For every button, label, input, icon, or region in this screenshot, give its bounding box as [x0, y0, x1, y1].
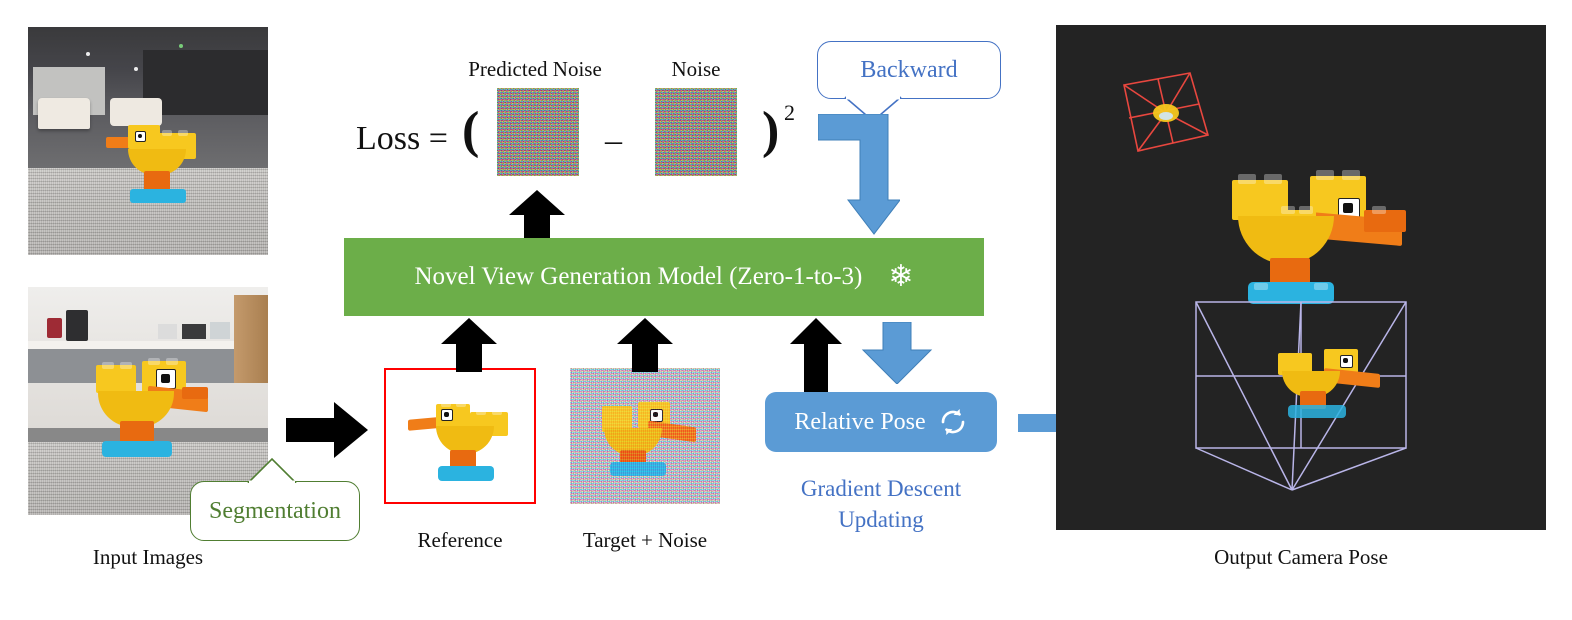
lego-duck-photo1 [106, 119, 200, 203]
photo2-shelf-item [157, 323, 177, 340]
loss-prefix: Loss = [356, 120, 448, 157]
predicted-noise-label: Predicted Noise [468, 57, 602, 81]
photo1-ceiling-light [179, 43, 184, 48]
segmentation-callout-body: Segmentation [190, 481, 360, 541]
gradient-descent-line1: Gradient Descent [800, 476, 962, 501]
arrow-up-black-reference-icon [441, 318, 497, 372]
photo2-wood-panel [234, 295, 268, 384]
arrow-up-black-target-icon [617, 318, 673, 372]
photo1-armchair [37, 97, 91, 129]
loss-close-paren: ) [762, 102, 780, 159]
arrow-down-blue-icon [861, 322, 933, 384]
photo2-shelf-item [181, 323, 206, 340]
arrow-up-black-predicted-noise-icon [509, 190, 565, 242]
backward-callout-body: Backward [817, 41, 1001, 99]
snowflake-icon: ❄ [888, 260, 914, 293]
backward-callout-label: Backward [860, 56, 958, 83]
photo1-ceiling-light [133, 66, 138, 71]
noise-texture-overlay [570, 368, 720, 504]
loss-minus-operator: – [605, 122, 622, 159]
segmentation-callout: Segmentation [190, 457, 360, 541]
gradient-descent-text: Gradient Descent Updating [765, 473, 997, 535]
relative-pose-button[interactable]: Relative Pose [765, 392, 997, 452]
noise-label: Noise [671, 57, 721, 81]
relative-pose-label: Relative Pose [794, 408, 926, 435]
lego-duck-3d-render [1226, 170, 1416, 310]
reference-image [384, 368, 536, 504]
backward-callout: Backward [817, 41, 1001, 123]
predicted-noise-patch [497, 88, 579, 176]
photo2-shelf-item [210, 322, 230, 340]
model-box-label: Novel View Generation Model (Zero-1-to-3… [414, 263, 863, 290]
lego-duck-reference [408, 396, 516, 482]
gradient-descent-line2: Updating [838, 507, 924, 533]
target-noise-label: Target + Noise [582, 528, 708, 552]
refresh-cycle-icon [941, 409, 964, 435]
photo1-ceiling-light [85, 52, 90, 57]
output-camera-pose-panel [1056, 25, 1546, 530]
reference-camera-frustum-icon [1123, 72, 1210, 152]
photo2-coffee-machine [66, 309, 88, 341]
lego-duck-photo2 [86, 358, 220, 457]
lego-duck-3d-render-small [1274, 345, 1386, 423]
reference-label: Reference [417, 528, 503, 552]
arrow-right-black-icon [286, 402, 368, 458]
loss-exponent: 2 [784, 100, 795, 125]
photo2-countertop [28, 340, 268, 350]
target-plus-noise-image [570, 368, 720, 504]
novel-view-generation-model-box[interactable]: Novel View Generation Model (Zero-1-to-3… [344, 238, 984, 316]
noise-patch [655, 88, 737, 176]
arrow-up-black-pose-icon [790, 318, 842, 398]
input-images-label: Input Images [92, 545, 204, 569]
input-image-office-lounge [28, 27, 268, 255]
arrow-elbow-blue-backward-icon [818, 114, 900, 235]
segmentation-callout-label: Segmentation [209, 497, 341, 524]
loss-open-paren: ( [462, 102, 480, 159]
photo2-red-appliance [47, 318, 62, 338]
output-camera-pose-label: Output Camera Pose [1214, 545, 1388, 569]
